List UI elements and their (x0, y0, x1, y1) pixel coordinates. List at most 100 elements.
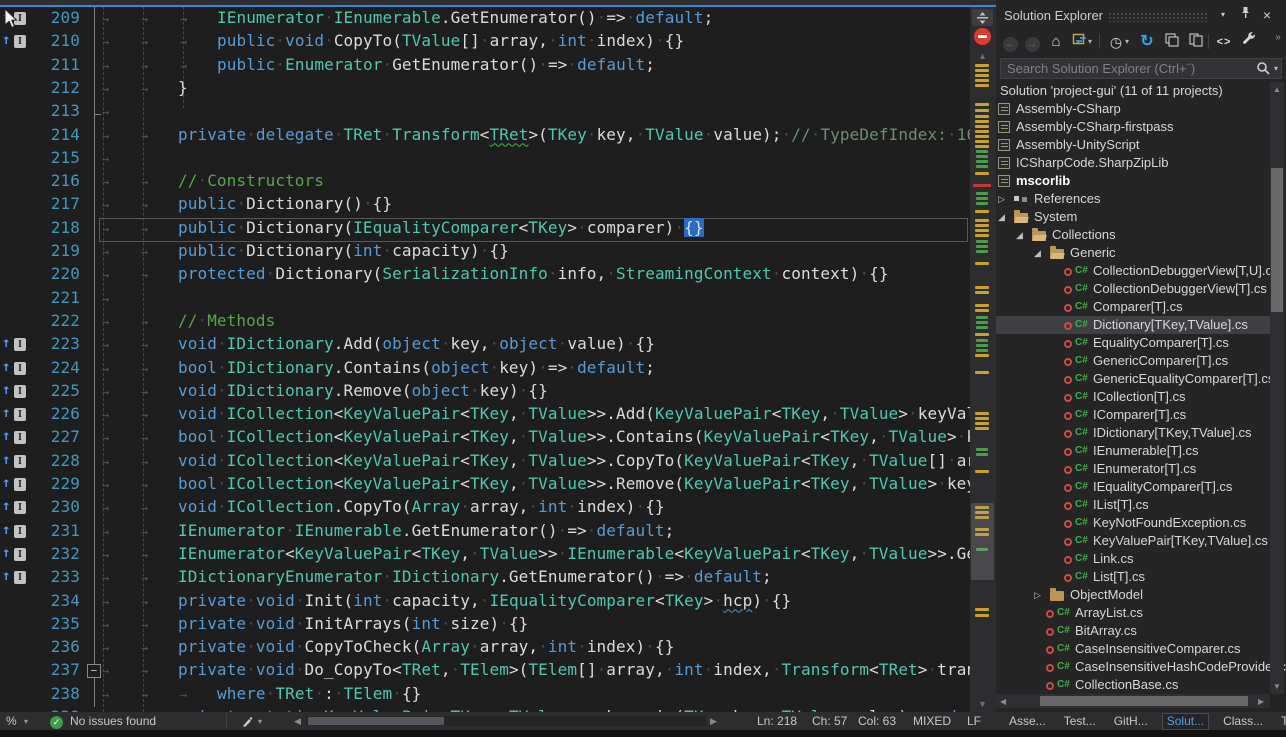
zoom-dropdown-icon[interactable]: ▾ (24, 717, 28, 726)
tree-item-icomparer-t-cs[interactable]: C#IComparer[T].cs (996, 406, 1270, 424)
code-line[interactable]: 233→→IDictionaryEnumerator·IDictionary.G… (0, 567, 970, 591)
code-line[interactable]: 215→ (0, 148, 970, 172)
collapse-all-icon[interactable] (1162, 32, 1182, 52)
code-line[interactable]: 220→→protected·Dictionary(SerializationI… (0, 264, 970, 288)
tree-item-icollection-t-cs[interactable]: C#ICollection[T].cs (996, 388, 1270, 406)
zoom-level-control[interactable]: % (6, 714, 17, 728)
implements-member-gutter-icon[interactable]: ↑I (2, 32, 32, 52)
code-line[interactable]: 219→→public·Dictionary(int·capacity)·{} (0, 241, 970, 265)
properties-wrench-icon[interactable] (1240, 32, 1260, 52)
code-line[interactable]: 227→→bool·ICollection<KeyValuePair<TKey,… (0, 427, 970, 451)
scroll-left-icon[interactable]: ◀ (1000, 697, 1006, 706)
editor-horizontal-scrollbar-thumb[interactable] (308, 717, 444, 725)
column-indicator[interactable]: Col: 63 (858, 714, 896, 728)
panel-tab-test[interactable]: Test... (1060, 714, 1100, 729)
scroll-down-icon[interactable]: ▼ (1273, 682, 1281, 691)
tree-item-ienumerable-t-cs[interactable]: C#IEnumerable[T].cs (996, 442, 1270, 460)
search-input[interactable] (1000, 58, 1282, 79)
implements-member-gutter-icon[interactable]: ↑I (2, 498, 32, 518)
code-line[interactable]: 216→→//·Constructors (0, 171, 970, 195)
tree-item-mscorlib[interactable]: mscorlib (996, 172, 1270, 190)
tree-item-idictionary-tkey-tvalue-cs[interactable]: C#IDictionary[TKey,TValue].cs (996, 424, 1270, 442)
code-line[interactable]: 231→→IEnumerator·IEnumerable.GetEnumerat… (0, 521, 970, 545)
code-cleanup-dropdown-icon[interactable]: ▾ (258, 717, 262, 726)
tree-item-keynotfoundexception-cs[interactable]: C#KeyNotFoundException.cs (996, 514, 1270, 532)
tree-item-equalitycomparer-t-cs[interactable]: C#EqualityComparer[T].cs (996, 334, 1270, 352)
tree-item-list-t-cs[interactable]: C#List[T].cs (996, 568, 1270, 586)
search-icon[interactable] (1256, 62, 1274, 79)
panel-tab-solut[interactable]: Solut... (1162, 713, 1209, 730)
code-line[interactable]: 221→ (0, 288, 970, 312)
tree-item-genericcomparer-t-cs[interactable]: C#GenericComparer[T].cs (996, 352, 1270, 370)
encoding-indicator[interactable]: MIXED (913, 714, 951, 728)
code-line[interactable]: 225→→void·IDictionary.Remove(object·key)… (0, 381, 970, 405)
code-line[interactable]: 213→ (0, 101, 970, 125)
line-ending-indicator[interactable]: LF (967, 714, 981, 728)
code-line[interactable]: 222→→//·Methods (0, 311, 970, 335)
editor-scrollbar-marker-bar[interactable]: ▲ ▼ (970, 7, 996, 712)
drag-grip[interactable] (1108, 12, 1208, 22)
tree-item-arraylist-cs[interactable]: C#ArrayList.cs (996, 604, 1270, 622)
fold-collapse-button[interactable]: − (87, 664, 101, 678)
code-line[interactable]: 211→→→public·Enumerator·GetEnumerator()·… (0, 55, 970, 79)
refresh-icon[interactable]: ↻ (1137, 32, 1157, 52)
code-line[interactable]: 217→→public·Dictionary()·{} (0, 194, 970, 218)
tree-item-assembly-unityscript[interactable]: Assembly-UnityScript (996, 136, 1270, 154)
tree-vertical-scrollbar[interactable]: ▲ ▼ (1270, 82, 1284, 694)
tree-item-collectionbase-cs[interactable]: C#CollectionBase.cs (996, 676, 1270, 694)
tree-horizontal-scrollbar-thumb[interactable] (1040, 696, 1248, 706)
tree-item-system[interactable]: ◢System (996, 208, 1270, 226)
tree-item-caseinsensitivecomparer-cs[interactable]: C#CaseInsensitiveComparer.cs (996, 640, 1270, 658)
editor-horizontal-scrollbar[interactable] (306, 716, 706, 726)
tree-horizontal-scrollbar[interactable]: ◀ ▶ (996, 694, 1270, 708)
switch-views-dropdown-icon[interactable]: ▾ (1088, 37, 1092, 46)
search-dropdown-icon[interactable]: ▾ (1274, 64, 1278, 73)
panel-tab-class[interactable]: Class... (1219, 714, 1267, 729)
scroll-down-icon[interactable]: ▼ (978, 699, 987, 709)
toolbar-overflow-icon[interactable]: » (1268, 28, 1286, 48)
view-code-icon[interactable]: <> (1214, 32, 1234, 52)
tree-item-genericequalitycomparer-t-cs[interactable]: C#GenericEqualityComparer[T].cs (996, 370, 1270, 388)
scroll-left-icon[interactable]: ◀ (294, 716, 301, 727)
tree-item-icsharpcode-sharpziplib[interactable]: ICSharpCode.SharpZipLib (996, 154, 1270, 172)
editor-split-handle-icon[interactable] (972, 9, 993, 26)
code-line[interactable]: 229→→bool·ICollection<KeyValuePair<TKey,… (0, 474, 970, 498)
line-indicator[interactable]: Ln: 218 (757, 714, 797, 728)
editor-vertical-scrollbar-thumb[interactable] (971, 503, 994, 580)
tree-item-assembly-csharp-firstpass[interactable]: Assembly-CSharp-firstpass (996, 118, 1270, 136)
expanded-arrow-icon[interactable]: ◢ (1034, 244, 1041, 262)
code-line[interactable]: 236→→private·void·CopyToCheck(Array·arra… (0, 637, 970, 661)
code-line[interactable]: 230→→void·ICollection.CopyTo(Array·array… (0, 497, 970, 521)
code-line[interactable]: 223→→void·IDictionary.Add(object·key,·ob… (0, 334, 970, 358)
tree-item-keyvaluepair-tkey-tvalue-cs[interactable]: C#KeyValuePair[TKey,TValue].cs (996, 532, 1270, 550)
code-editor[interactable]: 209→→→IEnumerator·IEnumerable.GetEnumera… (0, 7, 970, 712)
tree-item-link-cs[interactable]: C#Link.cs (996, 550, 1270, 568)
collapsed-arrow-icon[interactable]: ▷ (1034, 586, 1041, 604)
implements-member-gutter-icon[interactable]: ↑I (2, 382, 32, 402)
tree-item-ienumerator-t-cs[interactable]: C#IEnumerator[T].cs (996, 460, 1270, 478)
implements-member-gutter-icon[interactable]: ↑I (2, 568, 32, 588)
collapsed-arrow-icon[interactable]: ▷ (998, 190, 1005, 208)
tree-item-solution-project-gui-11-of-11-projects[interactable]: Solution 'project-gui' (11 of 11 project… (996, 82, 1270, 100)
implements-member-gutter-icon[interactable]: ↑I (2, 359, 32, 379)
show-all-files-icon[interactable] (1186, 32, 1206, 52)
pin-icon[interactable] (1236, 6, 1254, 24)
code-analysis-status-icon[interactable] (974, 28, 991, 45)
code-line[interactable]: 218→→public·Dictionary(IEqualityComparer… (0, 218, 970, 242)
code-line[interactable]: 226→→void·ICollection<KeyValuePair<TKey,… (0, 404, 970, 428)
code-line[interactable]: 234→→private·void·Init(int·capacity,·IEq… (0, 591, 970, 615)
panel-tab-tea[interactable]: Tea... (1277, 714, 1286, 729)
code-line[interactable]: 238→→→where·TRet·:·TElem·{} (0, 684, 970, 708)
tree-item-generic[interactable]: ◢Generic (996, 244, 1270, 262)
expanded-arrow-icon[interactable]: ◢ (998, 208, 1005, 226)
tree-item-collectiondebuggerview-t-u-cs[interactable]: C#CollectionDebuggerView[T,U].cs (996, 262, 1270, 280)
code-line[interactable]: 232→→IEnumerator<KeyValuePair<TKey,·TVal… (0, 544, 970, 568)
panel-tab-asse[interactable]: Asse... (1005, 714, 1050, 729)
implements-member-gutter-icon[interactable]: ↑I (2, 452, 32, 472)
scroll-right-icon[interactable]: ▶ (710, 716, 717, 727)
panel-tab-gith[interactable]: GitH... (1110, 714, 1152, 729)
tree-item-objectmodel[interactable]: ▷ObjectModel (996, 586, 1270, 604)
issues-text[interactable]: No issues found (70, 714, 156, 728)
code-line[interactable]: 224→→bool·IDictionary.Contains(object·ke… (0, 358, 970, 382)
forward-icon[interactable]: → (1022, 32, 1042, 52)
